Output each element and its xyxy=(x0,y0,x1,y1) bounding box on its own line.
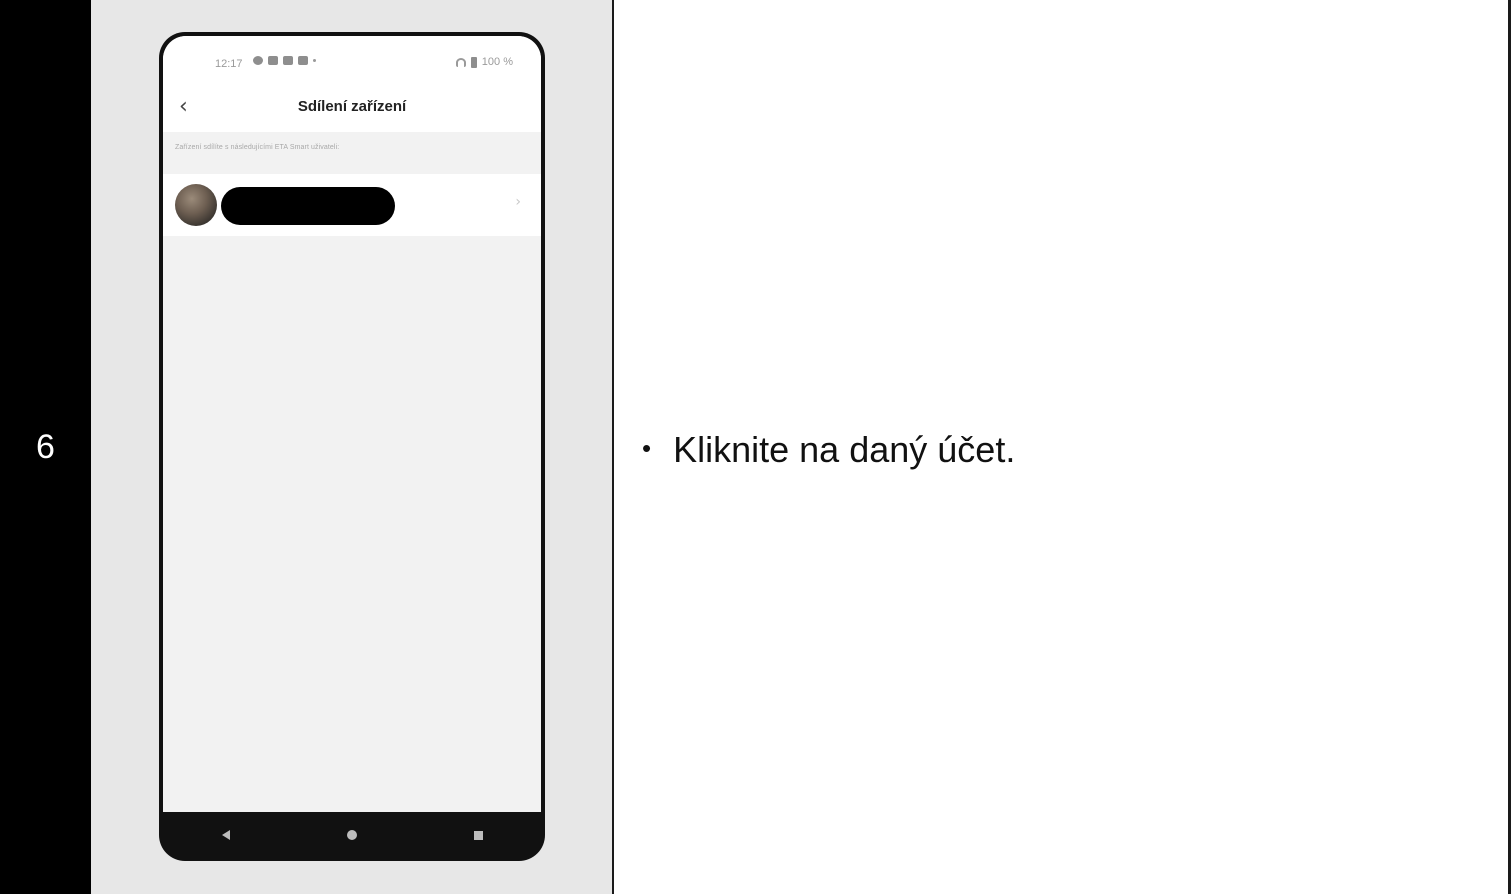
back-triangle-icon xyxy=(222,830,230,840)
instruction-text: Kliknite na daný účet. xyxy=(673,429,1016,470)
phone-screen: 12:17 100 % ‹ Sdílení zařízení Zařízení … xyxy=(163,36,541,812)
wifi-icon xyxy=(455,57,466,67)
home-circle-icon xyxy=(347,830,357,840)
notification-icon xyxy=(268,56,278,65)
recents-square-icon xyxy=(473,830,483,840)
battery-percent: 100 % xyxy=(481,56,513,68)
instruction-item: • Kliknite na daný účet. xyxy=(642,430,1015,470)
avatar xyxy=(175,184,217,226)
step-column: 6 xyxy=(0,0,91,894)
more-notifications-dot-icon xyxy=(313,59,316,62)
status-time: 12:17 xyxy=(215,58,243,70)
android-nav-bar xyxy=(163,812,541,858)
battery-icon xyxy=(470,56,477,68)
page-title: Sdílení zařízení xyxy=(297,98,407,115)
bullet: • xyxy=(642,433,652,463)
notification-icons xyxy=(253,56,316,65)
instruction-column: • Kliknite na daný účet. xyxy=(614,0,1511,894)
redacted-user-name xyxy=(221,187,395,225)
step-number: 6 xyxy=(36,428,55,466)
app-header: ‹ Sdílení zařízení xyxy=(163,88,541,132)
nav-back-button[interactable] xyxy=(196,812,256,858)
list-item-shared-user[interactable]: › xyxy=(163,174,541,236)
notification-icon xyxy=(283,56,293,65)
notification-icon xyxy=(298,56,308,65)
nav-home-button[interactable] xyxy=(322,812,382,858)
chevron-right-icon: › xyxy=(515,194,521,210)
system-icons: 100 % xyxy=(455,56,513,68)
nav-recents-button[interactable] xyxy=(448,812,508,858)
phone-frame: 12:17 100 % ‹ Sdílení zařízení Zařízení … xyxy=(159,32,545,861)
status-bar: 12:17 100 % xyxy=(163,36,541,88)
notification-icon xyxy=(253,56,263,65)
shared-users-note: Zařízení sdílíte s následujícími ETA Sma… xyxy=(175,144,340,151)
